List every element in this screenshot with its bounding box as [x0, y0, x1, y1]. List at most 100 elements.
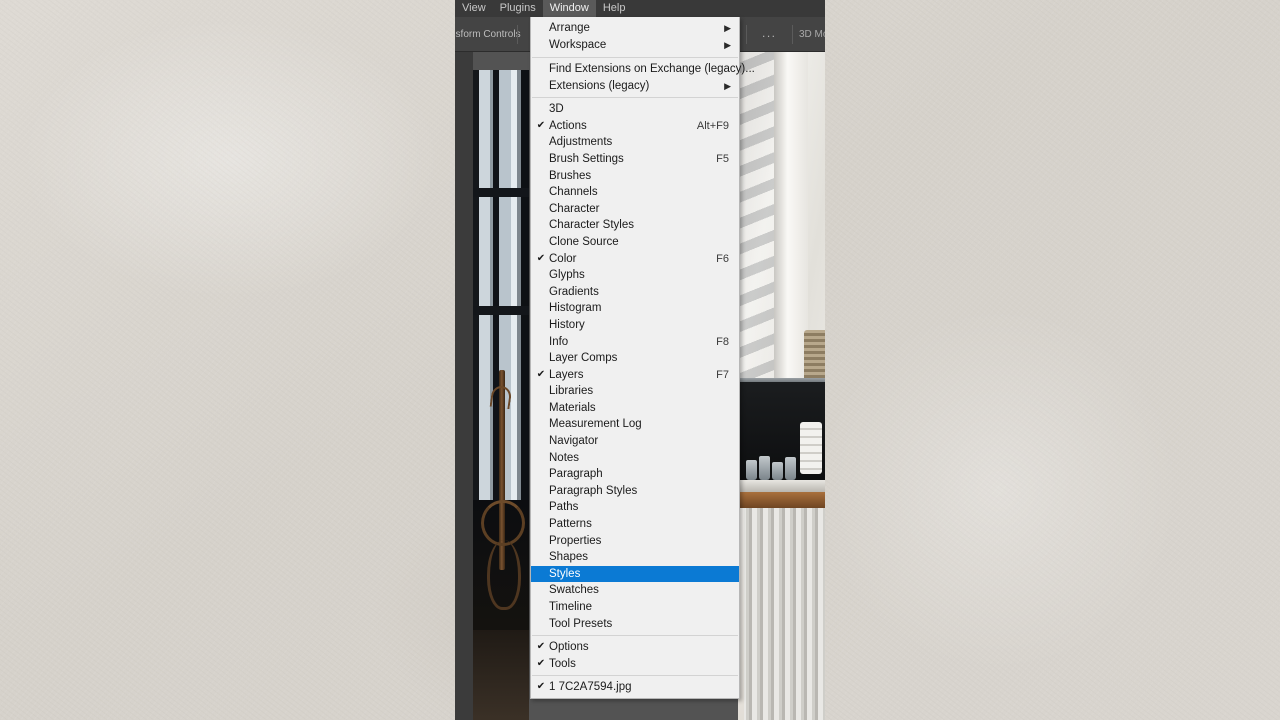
toolbar-rail — [455, 52, 473, 720]
menu-item-label: Workspace — [549, 39, 607, 51]
checkmark-icon: ✔ — [536, 252, 546, 264]
menu-item-notes[interactable]: Notes — [531, 450, 739, 467]
menu-item-label: Layers — [549, 368, 584, 381]
menu-item-brushes[interactable]: Brushes — [531, 168, 739, 185]
document-image-right-portion — [738, 52, 825, 720]
menu-item-label: Find Extensions on Exchange (legacy)... — [549, 63, 755, 75]
menu-help[interactable]: Help — [596, 0, 633, 17]
menu-item-label: Channels — [549, 186, 598, 199]
menu-item-label: Paragraph — [549, 468, 603, 481]
menu-item-actions[interactable]: ✔ Actions Alt+F9 — [531, 118, 739, 135]
menu-separator — [532, 57, 738, 58]
menu-item-label: Histogram — [549, 302, 602, 315]
menu-item-swatches[interactable]: Swatches — [531, 582, 739, 599]
menu-item-label: Navigator — [549, 435, 599, 448]
menu-item-label: History — [549, 318, 585, 331]
menu-item-label: Extensions (legacy) — [549, 79, 650, 92]
menu-item-workspace[interactable]: Workspace ▶ — [531, 37, 739, 54]
menu-item-shortcut: F6 — [716, 252, 729, 265]
menu-item-adjustments[interactable]: Adjustments — [531, 134, 739, 151]
menu-item-history[interactable]: History — [531, 317, 739, 334]
menu-item-measurement-log[interactable]: Measurement Log — [531, 416, 739, 433]
menu-item-label: Paths — [549, 501, 579, 514]
menu-item-label: Properties — [549, 534, 602, 547]
menu-item-3d[interactable]: 3D — [531, 101, 739, 118]
menu-item-patterns[interactable]: Patterns — [531, 516, 739, 533]
menu-item-paragraph-styles[interactable]: Paragraph Styles — [531, 483, 739, 500]
menu-separator — [532, 97, 738, 99]
menu-item-label: Libraries — [549, 385, 594, 398]
menu-item-timeline[interactable]: Timeline — [531, 599, 739, 616]
menu-item-1-7c2a7594-jpg[interactable]: ✔ 1 7C2A7594.jpg — [531, 679, 739, 696]
menu-item-label: Actions — [549, 119, 587, 132]
menu-item-label: Glyphs — [549, 269, 585, 282]
menu-item-tools[interactable]: ✔ Tools — [531, 656, 739, 673]
menu-item-paragraph[interactable]: Paragraph — [531, 466, 739, 483]
options-overflow-button[interactable]: ... — [762, 23, 777, 46]
menu-item-label: 1 7C2A7594.jpg — [549, 681, 632, 694]
menu-item-label: Brushes — [549, 169, 592, 182]
menu-item-shortcut: F8 — [716, 335, 729, 348]
menu-item-label: Shapes — [549, 551, 589, 564]
menu-item-layer-comps[interactable]: Layer Comps — [531, 350, 739, 367]
menu-item-materials[interactable]: Materials — [531, 400, 739, 417]
menu-item-label: Character Styles — [549, 219, 635, 232]
menu-item-label: Materials — [549, 401, 596, 414]
menu-item-label: Patterns — [549, 518, 592, 531]
submenu-arrow-icon: ▶ — [724, 40, 731, 50]
menu-item-arrange[interactable]: Arrange ▶ — [531, 20, 739, 37]
menu-item-color[interactable]: ✔ Color F6 — [531, 251, 739, 268]
menu-item-label: Styles — [549, 567, 581, 580]
menu-item-label: Tool Presets — [549, 617, 613, 630]
menu-view[interactable]: View — [455, 0, 493, 17]
menu-item-label: Options — [549, 641, 589, 654]
menu-item-histogram[interactable]: Histogram — [531, 300, 739, 317]
menu-item-properties[interactable]: Properties — [531, 533, 739, 550]
menu-item-shortcut: Alt+F9 — [696, 119, 729, 132]
menu-item-brush-settings[interactable]: Brush Settings F5 — [531, 151, 739, 168]
submenu-arrow-icon: ▶ — [724, 80, 731, 91]
menu-item-label: Timeline — [549, 601, 593, 613]
menu-item-label: Measurement Log — [549, 418, 642, 431]
menu-item-label: 3D — [549, 103, 564, 116]
menu-item-libraries[interactable]: Libraries — [531, 383, 739, 400]
menu-item-label: Gradients — [549, 285, 599, 298]
menu-item-gradients[interactable]: Gradients — [531, 284, 739, 301]
menu-item-label: Arrange — [549, 22, 590, 34]
menu-item-clone-source[interactable]: Clone Source — [531, 234, 739, 251]
menu-item-label: Notes — [549, 451, 580, 464]
menu-item-styles[interactable]: Styles — [531, 565, 739, 583]
menu-bar: View Plugins Window Help — [455, 0, 825, 17]
menu-item-shortcut: F5 — [716, 152, 729, 165]
menu-separator — [532, 635, 738, 637]
menu-item-layers[interactable]: ✔ Layers F7 — [531, 367, 739, 384]
menu-item-options[interactable]: ✔ Options — [531, 639, 739, 656]
menu-item-character[interactable]: Character — [531, 201, 739, 218]
menu-item-label: Layer Comps — [549, 352, 618, 365]
menu-item-shapes[interactable]: Shapes — [531, 549, 739, 566]
menu-item-navigator[interactable]: Navigator — [531, 433, 739, 450]
menu-item-label: Swatches — [549, 584, 599, 597]
menu-item-extensions-legacy[interactable]: Extensions (legacy) ▶ — [531, 78, 739, 95]
menu-item-label: Clone Source — [549, 235, 619, 248]
checkmark-icon: ✔ — [536, 681, 546, 693]
menu-item-label: Character — [549, 202, 600, 215]
menu-item-label: Paragraph Styles — [549, 484, 638, 497]
menu-item-glyphs[interactable]: Glyphs — [531, 267, 739, 284]
checkmark-icon: ✔ — [536, 641, 546, 653]
menu-item-shortcut: F7 — [716, 368, 729, 381]
checkmark-icon: ✔ — [536, 119, 546, 131]
menu-item-character-styles[interactable]: Character Styles — [531, 217, 739, 234]
menu-plugins[interactable]: Plugins — [493, 0, 543, 17]
menu-item-paths[interactable]: Paths — [531, 499, 739, 516]
menu-item-label: Adjustments — [549, 136, 613, 149]
menu-item-info[interactable]: Info F8 — [531, 334, 739, 351]
menu-item-label: Color — [549, 252, 577, 265]
menu-window[interactable]: Window — [542, 0, 596, 17]
window-menu-dropdown[interactable]: Arrange ▶ Workspace ▶ Find Extensions on Exc… — [530, 17, 755, 699]
menu-item-find-extensions-on-exchange-legacy[interactable]: Find Extensions on Exchange (legacy)... — [531, 61, 755, 78]
menu-item-tool-presets[interactable]: Tool Presets — [531, 616, 739, 633]
submenu-arrow-icon: ▶ — [724, 23, 731, 33]
menu-item-channels[interactable]: Channels — [531, 184, 739, 201]
document-image-left-portion — [473, 70, 529, 720]
